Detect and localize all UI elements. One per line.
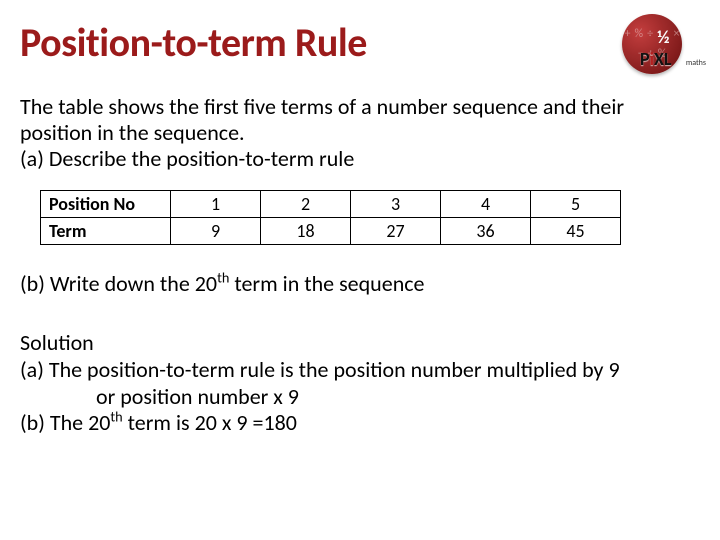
question-part-b: (b) Write down the 20th term in the sequ… bbox=[20, 270, 425, 297]
table-cell: 18 bbox=[261, 218, 351, 245]
table-cell: 3 bbox=[351, 191, 441, 218]
sequence-table: Position No 1 2 3 4 5 Term 9 18 27 36 45 bbox=[40, 190, 621, 245]
table-cell: 5 bbox=[531, 191, 621, 218]
table-cell: 36 bbox=[441, 218, 531, 245]
table-cell: 45 bbox=[531, 218, 621, 245]
solution-line: or position number x 9 bbox=[20, 384, 700, 411]
table-cell: 2 bbox=[261, 191, 351, 218]
intro-line: The table shows the first five terms of … bbox=[20, 94, 700, 120]
table-cell: 9 bbox=[171, 218, 261, 245]
table-cell: 1 bbox=[171, 191, 261, 218]
table-cell: 4 bbox=[441, 191, 531, 218]
table-row: Term 9 18 27 36 45 bbox=[41, 218, 621, 245]
brand-logo: +%÷ ½× −+% PiXL maths bbox=[614, 10, 704, 78]
solution-block: Solution (a) The position-to-term rule i… bbox=[20, 330, 700, 437]
row-label: Term bbox=[41, 218, 171, 245]
solution-heading: Solution bbox=[20, 330, 700, 357]
intro-line: position in the sequence. bbox=[20, 120, 700, 146]
solution-line: (a) The position-to-term rule is the pos… bbox=[20, 357, 700, 384]
solution-line: (b) The 20th term is 20 x 9 =180 bbox=[20, 410, 700, 437]
row-label: Position No bbox=[41, 191, 171, 218]
intro-line: (a) Describe the position-to-term rule bbox=[20, 146, 700, 172]
logo-text: PiXL bbox=[640, 48, 672, 70]
table-row: Position No 1 2 3 4 5 bbox=[41, 191, 621, 218]
table-cell: 27 bbox=[351, 218, 441, 245]
page-title: Position-to-term Rule bbox=[20, 18, 367, 67]
logo-subtext: maths bbox=[686, 58, 706, 68]
intro-text: The table shows the first five terms of … bbox=[20, 94, 700, 172]
